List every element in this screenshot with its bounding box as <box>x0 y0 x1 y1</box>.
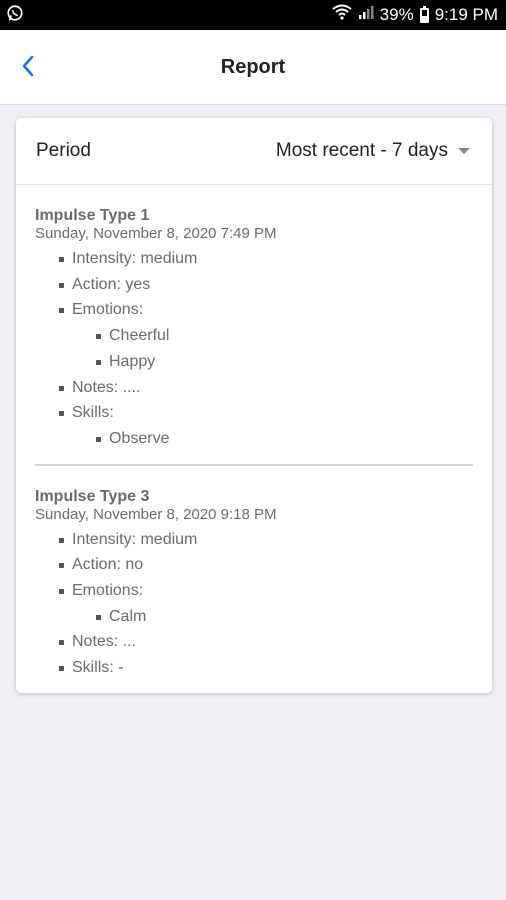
wifi-icon <box>332 0 352 30</box>
caret-down-icon <box>458 148 470 154</box>
period-dropdown[interactable]: Most recent - 7 days <box>276 140 470 162</box>
entry-details: Intensity: medium Action: no Emotions: C… <box>35 527 473 681</box>
emotions-sublist: Calm <box>35 604 473 630</box>
entry-action: Action: no <box>35 552 473 578</box>
back-button[interactable] <box>8 48 48 88</box>
report-entry: Impulse Type 1 Sunday, November 8, 2020 … <box>35 185 473 464</box>
period-row: Period Most recent - 7 days <box>16 118 492 185</box>
signal-icon <box>358 0 374 30</box>
entry-notes: Notes: ... <box>35 629 473 655</box>
entry-notes: Notes: .... <box>35 375 473 401</box>
entry-skills-label: Skills: - <box>35 655 473 681</box>
entry-date: Sunday, November 8, 2020 9:18 PM <box>35 505 277 523</box>
entry-intensity: Intensity: medium <box>35 246 473 272</box>
entry-action: Action: yes <box>35 272 473 298</box>
emotions-sublist-wrapper: Cheerful Happy <box>35 323 473 374</box>
emotion-item: Calm <box>35 604 473 630</box>
skill-item: Observe <box>35 426 473 452</box>
entry-title: Impulse Type 3 <box>35 487 150 505</box>
report-entry: Impulse Type 3 Sunday, November 8, 2020 … <box>35 466 473 693</box>
entries-list: Impulse Type 1 Sunday, November 8, 2020 … <box>16 185 492 693</box>
emotion-item: Happy <box>35 349 473 375</box>
emotions-sublist-wrapper: Calm <box>35 604 473 630</box>
app-bar: Report <box>0 30 506 105</box>
skills-sublist-wrapper: Observe <box>35 426 473 452</box>
status-bar: 39% 9:19 PM <box>0 0 506 30</box>
status-bar-left <box>6 4 24 27</box>
page-title: Report <box>220 55 286 78</box>
entry-intensity: Intensity: medium <box>35 527 473 553</box>
battery-percent: 39% <box>379 5 414 24</box>
period-label: Period <box>36 140 91 161</box>
period-selected-value: Most recent - 7 days <box>275 140 448 161</box>
emotion-item: Cheerful <box>35 323 473 349</box>
entry-details: Intensity: medium Action: yes Emotions: … <box>35 246 473 452</box>
skills-sublist: Observe <box>35 426 473 452</box>
entry-title: Impulse Type 1 <box>35 207 150 224</box>
status-bar-right: 39% 9:19 PM <box>332 0 498 30</box>
whatsapp-icon <box>6 4 24 27</box>
chevron-left-icon <box>20 54 36 83</box>
entry-emotions-label: Emotions: <box>35 297 473 323</box>
status-time: 9:19 PM <box>434 5 498 24</box>
battery-icon <box>419 5 429 23</box>
entry-date: Sunday, November 8, 2020 7:49 PM <box>35 225 277 242</box>
emotions-sublist: Cheerful Happy <box>35 323 473 374</box>
entry-emotions-label: Emotions: <box>35 578 473 604</box>
entry-skills-label: Skills: <box>35 400 473 426</box>
report-card: Period Most recent - 7 days Impulse Type… <box>16 118 492 693</box>
